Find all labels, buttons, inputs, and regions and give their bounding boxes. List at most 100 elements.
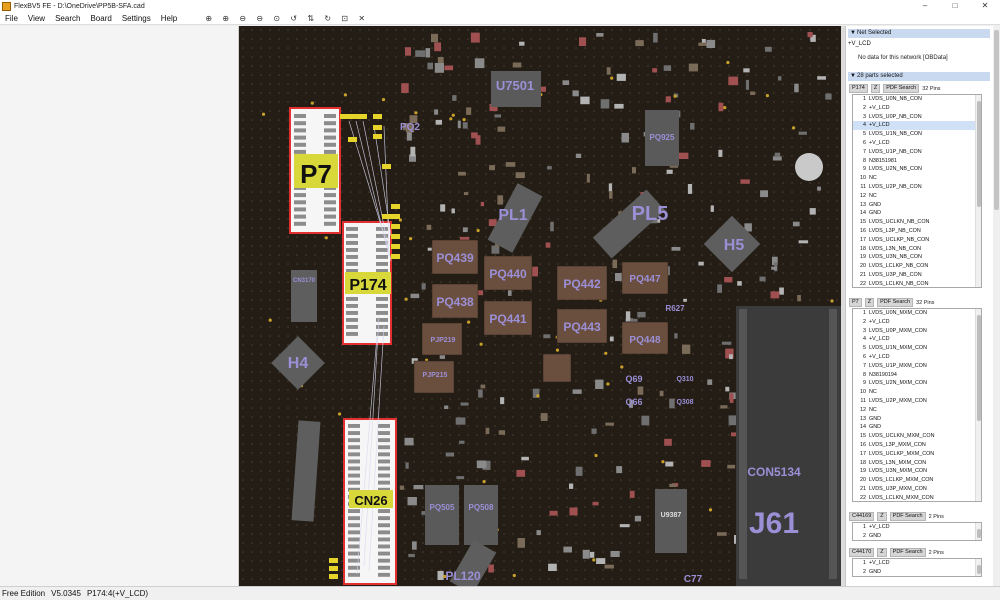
pin-row[interactable]: 10 NC <box>853 174 981 183</box>
selected-part-marker[interactable] <box>382 214 391 219</box>
zoom-part-button[interactable]: Z <box>877 512 887 521</box>
pin-row[interactable]: 11 LVDS_U2P_MXM_CON <box>853 397 981 406</box>
pin-row[interactable]: 12 NC <box>853 406 981 415</box>
close-window-button[interactable]: ✕ <box>970 0 1000 12</box>
pin-row[interactable]: 21 LVDS_U3P_NB_CON <box>853 271 981 280</box>
pin-row[interactable]: 19 LVDS_U3N_NB_CON <box>853 253 981 262</box>
pin-row[interactable]: 1 LVDS_U0N_NB_CON <box>853 95 981 104</box>
pin-row[interactable]: 5 LVDS_U1N_MXM_CON <box>853 344 981 353</box>
pin-row[interactable]: 13 GND <box>853 415 981 424</box>
pin-row[interactable]: 20 LVDS_LCLKP_MXM_CON <box>853 476 981 485</box>
pin-row[interactable]: 10 NC <box>853 388 981 397</box>
zoom-part-button[interactable]: Z <box>870 84 881 93</box>
select-region-icon[interactable]: ⊡ <box>336 14 353 23</box>
menu-settings[interactable]: Settings <box>117 14 156 23</box>
selected-part-marker[interactable] <box>329 574 338 579</box>
pin-row[interactable]: 16 LVDS_L3P_MXM_CON <box>853 441 981 450</box>
pin-row[interactable]: 22 LVDS_LCLKN_NB_CON <box>853 280 981 287</box>
pin-row[interactable]: 20 LVDS_LCLKP_NB_CON <box>853 262 981 271</box>
pdf-search-button[interactable]: PDF Search <box>877 298 914 307</box>
zoom-part-button[interactable]: Z <box>864 298 875 307</box>
scroll-thumb[interactable] <box>977 565 981 575</box>
maximize-button[interactable]: □ <box>940 0 970 12</box>
selected-part-marker[interactable] <box>340 114 349 119</box>
parts-selected-header[interactable]: ▼ 28 parts selected <box>848 72 990 81</box>
pin-list-scrollbar[interactable] <box>975 309 981 501</box>
selected-part-marker[interactable] <box>329 566 338 571</box>
rotate-left-icon[interactable]: ↺ <box>285 14 302 23</box>
selected-part-marker[interactable] <box>391 244 400 249</box>
info-pane-scrollbar[interactable] <box>993 26 1000 586</box>
pin-row[interactable]: 14 GND <box>853 423 981 432</box>
zoom-out-icon[interactable]: ⊖ <box>234 14 251 23</box>
scroll-thumb[interactable] <box>994 30 999 210</box>
zoom-in-icon[interactable]: ⊕ <box>200 14 217 23</box>
pin-row[interactable]: 9 LVDS_U2N_NB_CON <box>853 165 981 174</box>
pin-row[interactable]: 4 +V_LCD <box>853 121 981 131</box>
menu-file[interactable]: File <box>0 14 23 23</box>
pin-row[interactable]: 7 LVDS_U1P_MXM_CON <box>853 362 981 371</box>
selected-part-marker[interactable] <box>373 114 382 119</box>
part-name-tag[interactable]: C44170 <box>849 548 875 557</box>
pin-list-scrollbar[interactable] <box>975 95 981 287</box>
selected-part-marker[interactable] <box>391 214 400 219</box>
menu-view[interactable]: View <box>23 14 50 23</box>
selected-part-marker[interactable] <box>373 134 382 139</box>
selected-part-marker[interactable] <box>391 204 400 209</box>
part-name-tag[interactable]: C44169 <box>849 512 875 521</box>
selected-part-marker[interactable] <box>329 558 338 563</box>
pin-row[interactable]: 14 GND <box>853 209 981 218</box>
pdf-search-button[interactable]: PDF Search <box>889 548 926 557</box>
pin-list[interactable]: 1 LVDS_U0N_MXM_CON 2 +V_LCD 3 LVDS_U0P_MXM_CO… <box>852 308 982 502</box>
pin-list[interactable]: 1 +V_LCD 2 GND <box>852 558 982 577</box>
selected-part-marker[interactable] <box>391 224 400 229</box>
pin-row[interactable]: 5 LVDS_U1N_NB_CON <box>853 130 981 139</box>
pin-list[interactable]: 1 LVDS_U0N_NB_CON 2 +V_LCD 3 LVDS_U0P_NB_CON 4… <box>852 94 982 288</box>
net-selected-header[interactable]: ▼ Net Selected <box>848 29 990 38</box>
pin-row[interactable]: 6 +V_LCD <box>853 139 981 148</box>
pin-row[interactable]: 12 NC <box>853 192 981 201</box>
zoom-out-alt-icon[interactable]: ⊖ <box>251 14 268 23</box>
pin-row[interactable]: 16 LVDS_L3P_NB_CON <box>853 227 981 236</box>
pdf-search-button[interactable]: PDF Search <box>883 84 920 93</box>
pin-row[interactable]: 3 LVDS_U0P_NB_CON <box>853 113 981 122</box>
minimize-button[interactable]: – <box>910 0 940 12</box>
pin-row[interactable]: 15 LVDS_UCLKN_NB_CON <box>853 218 981 227</box>
pin-row[interactable]: 18 LVDS_L3N_NB_CON <box>853 245 981 254</box>
pin-row[interactable]: 22 LVDS_LCLKN_MXM_CON <box>853 494 981 501</box>
pin-list-scrollbar[interactable] <box>975 523 981 540</box>
pdf-search-button[interactable]: PDF Search <box>889 512 926 521</box>
menu-help[interactable]: Help <box>156 14 182 23</box>
zoom-part-button[interactable]: Z <box>877 548 887 557</box>
selected-part-marker[interactable] <box>373 125 382 130</box>
selected-part-marker[interactable] <box>358 114 367 119</box>
pin-row[interactable]: 19 LVDS_U3N_MXM_CON <box>853 467 981 476</box>
menu-board[interactable]: Board <box>85 14 116 23</box>
board-canvas[interactable]: U7501 PL1 PL5 H5 H4 PQ439 PQ438 PQ440 PQ… <box>239 26 841 586</box>
pin-list[interactable]: 1 +V_LCD 2 GND <box>852 522 982 541</box>
zoom-fit-icon[interactable]: ⊙ <box>268 14 285 23</box>
pin-row[interactable]: 8 N38190194 <box>853 371 981 380</box>
rotate-right-icon[interactable]: ↻ <box>319 14 336 23</box>
menu-search[interactable]: Search <box>50 14 85 23</box>
pin-row[interactable]: 1 +V_LCD <box>853 523 981 532</box>
zoom-in-alt-icon[interactable]: ⊕ <box>217 14 234 23</box>
part-name-tag[interactable]: P7 <box>849 298 862 307</box>
pin-list-scrollbar[interactable] <box>975 559 981 576</box>
scroll-thumb[interactable] <box>977 529 981 539</box>
part-name-tag[interactable]: P174 <box>849 84 868 93</box>
close-icon[interactable]: ✕ <box>353 14 370 23</box>
flip-icon[interactable]: ⇅ <box>302 14 319 23</box>
selected-part-marker[interactable] <box>382 164 391 169</box>
scroll-thumb[interactable] <box>977 315 981 421</box>
board-view[interactable]: U7501 PL1 PL5 H5 H4 PQ439 PQ438 PQ440 PQ… <box>239 26 841 586</box>
pin-row[interactable]: 9 LVDS_U2N_MXM_CON <box>853 379 981 388</box>
pin-row[interactable]: 18 LVDS_L3N_MXM_CON <box>853 459 981 468</box>
selected-part-marker[interactable] <box>391 234 400 239</box>
pin-row[interactable]: 4 +V_LCD <box>853 335 981 344</box>
pin-row[interactable]: 13 GND <box>853 201 981 210</box>
selected-part-marker[interactable] <box>391 254 400 259</box>
pin-row[interactable]: 8 N38151981 <box>853 157 981 166</box>
pin-row[interactable]: 2 GND <box>853 532 981 540</box>
pin-row[interactable]: 6 +V_LCD <box>853 353 981 362</box>
